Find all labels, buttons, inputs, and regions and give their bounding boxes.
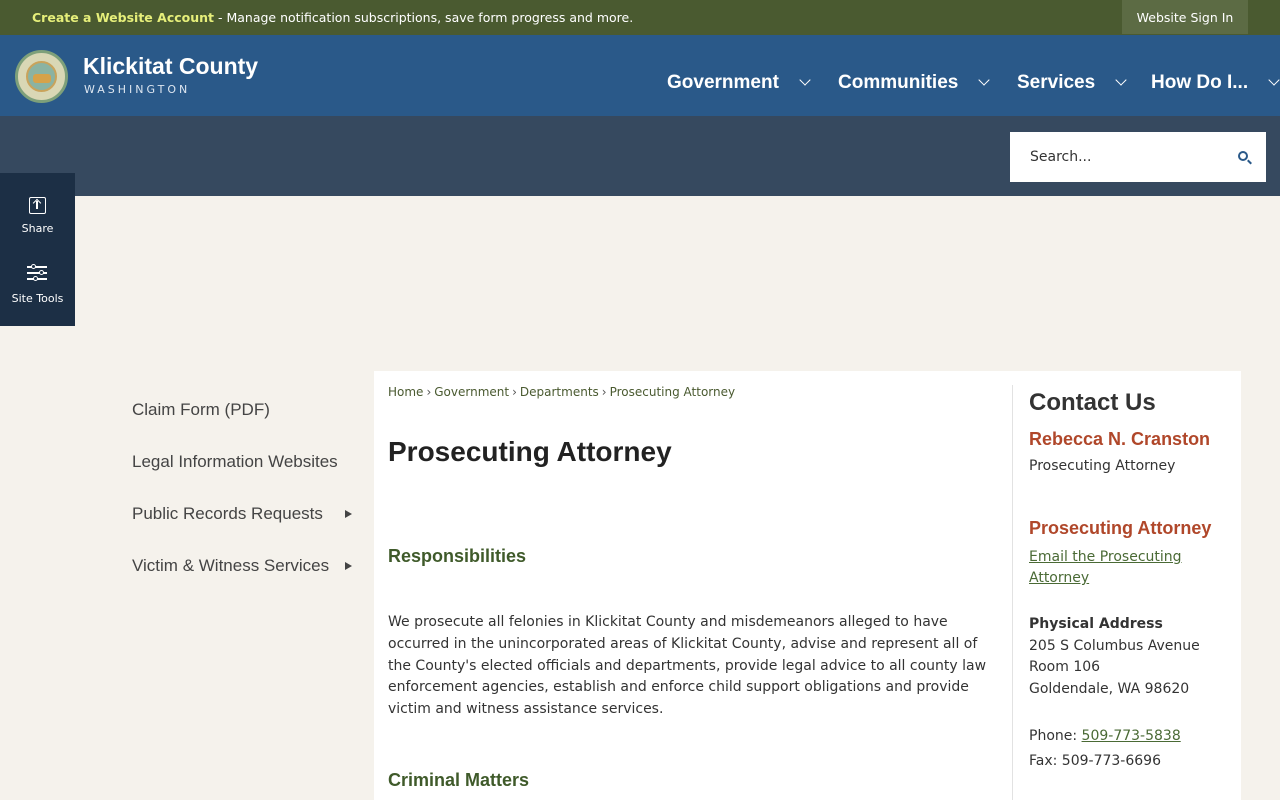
breadcrumb-government[interactable]: Government [434, 385, 509, 399]
search-box [1010, 132, 1266, 182]
page-title: Prosecuting Attorney [388, 436, 672, 467]
website-sign-in-button[interactable]: Website Sign In [1122, 0, 1248, 34]
submenu-arrow-icon[interactable] [345, 562, 352, 570]
nav-how-do-i[interactable]: How Do I... [1151, 72, 1280, 94]
section-heading-criminal-matters: Criminal Matters [388, 770, 530, 790]
address-line: Room 106 [1029, 659, 1101, 675]
chevron-down-icon [799, 74, 811, 86]
nav-label: How Do I... [1151, 72, 1249, 93]
nav-services[interactable]: Services [1017, 72, 1127, 94]
share-label: Share [21, 222, 54, 235]
nav-communities[interactable]: Communities [838, 72, 991, 94]
phone-label: Phone: [1029, 728, 1082, 744]
breadcrumb-departments[interactable]: Departments [520, 385, 599, 399]
share-button[interactable]: Share [0, 173, 75, 243]
notification-message: Create a Website Account - Manage notifi… [32, 10, 633, 25]
nav-government[interactable]: Government [667, 72, 811, 94]
section-heading-responsibilities: Responsibilities [388, 546, 527, 566]
contact-title: Contact Us [1029, 389, 1156, 416]
breadcrumb-home[interactable]: Home [388, 385, 423, 399]
nav-label: Services [1017, 72, 1096, 93]
county-seal-logo[interactable] [15, 50, 68, 103]
notification-text: - Manage notification subscriptions, sav… [214, 10, 634, 25]
responsibilities-text: We prosecute all felonies in Klickitat C… [388, 614, 987, 718]
chevron-down-icon [1268, 74, 1280, 86]
nav-label: Communities [838, 72, 959, 93]
site-header: Klickitat County WASHINGTON Government C… [0, 35, 1280, 116]
phone-row: Phone: 509-773-5838 [1029, 728, 1181, 744]
fax-text: Fax: 509-773-6696 [1029, 753, 1161, 769]
contact-role: Prosecuting Attorney [1029, 458, 1176, 474]
chevron-down-icon [1115, 74, 1127, 86]
site-tools-label: Site Tools [11, 292, 64, 305]
email-link[interactable]: Email the Prosecuting Attorney [1029, 547, 1219, 589]
nav-label: Government [667, 72, 779, 93]
address-label: Physical Address [1029, 616, 1163, 632]
submenu-arrow-icon[interactable] [345, 510, 352, 518]
site-subtitle: WASHINGTON [84, 83, 191, 96]
create-account-link[interactable]: Create a Website Account [32, 10, 214, 25]
breadcrumb: Home › Government › Departments › Prosecuting … [388, 385, 736, 399]
leftnav-legal-info[interactable]: Legal Information Websites [132, 452, 338, 472]
search-input[interactable] [1030, 146, 1220, 168]
contact-department: Prosecuting Attorney [1029, 518, 1212, 538]
leftnav-claim-form[interactable]: Claim Form (PDF) [132, 400, 270, 420]
address-line: Goldendale, WA 98620 [1029, 681, 1190, 697]
phone-link[interactable]: 509-773-5838 [1082, 728, 1181, 744]
leftnav-public-records[interactable]: Public Records Requests [132, 504, 323, 524]
contact-name: Rebecca N. Cranston [1029, 429, 1211, 449]
notification-bar: Create a Website Account - Manage notifi… [0, 0, 1280, 35]
breadcrumb-current[interactable]: Prosecuting Attorney [610, 385, 736, 399]
share-icon [29, 197, 46, 214]
column-divider [1012, 385, 1013, 800]
search-strip [0, 116, 1280, 196]
search-icon[interactable] [1238, 151, 1248, 161]
address-line: 205 S Columbus Avenue [1029, 638, 1200, 654]
sliders-icon [27, 264, 47, 282]
site-name[interactable]: Klickitat County [83, 53, 258, 80]
leftnav-victim-witness[interactable]: Victim & Witness Services [132, 556, 329, 576]
chevron-down-icon [978, 74, 991, 86]
side-tools-panel: Share Site Tools [0, 173, 75, 326]
